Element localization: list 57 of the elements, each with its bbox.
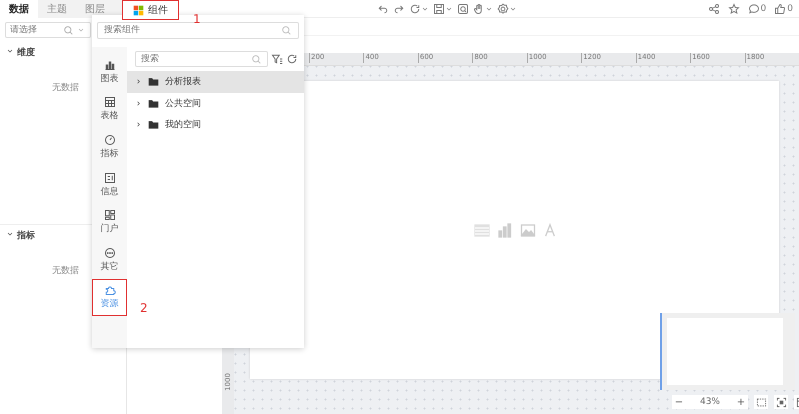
folder-icon <box>148 119 159 130</box>
search-icon <box>63 24 74 36</box>
settings-icon <box>497 2 509 14</box>
comment-icon <box>748 2 760 14</box>
category-tab[interactable]: 指标 <box>92 128 127 166</box>
fit-selection-button[interactable] <box>754 395 768 409</box>
chevron-right-icon <box>135 78 142 86</box>
focus-button[interactable] <box>774 395 788 409</box>
dashed-frame-icon <box>756 396 766 408</box>
layout-icon <box>104 209 116 222</box>
more-icon <box>104 246 116 259</box>
puzzle-icon <box>104 284 116 296</box>
text-icon <box>542 222 556 238</box>
folder-icon <box>148 76 159 88</box>
table-icon <box>104 96 116 108</box>
search-icon <box>251 54 262 64</box>
empty-text: 无数据 <box>52 82 79 94</box>
star-icon <box>728 2 740 14</box>
annotation-number: 2 <box>140 301 148 315</box>
category-tab[interactable]: 表格 <box>92 90 127 128</box>
refresh-icon <box>409 2 421 14</box>
comment-count: 0 <box>760 4 766 14</box>
chevron-down-icon <box>6 47 14 55</box>
chevron-down-icon <box>6 230 14 238</box>
table-icon <box>472 222 490 238</box>
panel-tab[interactable]: 数据 <box>0 0 38 18</box>
folder-icon <box>148 98 159 109</box>
category-tab[interactable]: 其它 <box>92 240 127 279</box>
redo-icon <box>393 2 405 14</box>
folder-item[interactable]: 分析报表 <box>127 71 304 92</box>
section-title[interactable]: 指标 <box>17 229 35 242</box>
chevron-right-icon <box>135 100 142 107</box>
undo-icon <box>377 2 389 14</box>
focus-icon <box>776 396 786 408</box>
bar-chart-icon <box>104 58 116 71</box>
bar-chart-icon <box>496 222 512 238</box>
empty-text: 无数据 <box>52 264 79 277</box>
filter-icon <box>271 53 283 65</box>
info-card-icon <box>104 172 116 184</box>
zoom-value: 43% <box>698 397 721 407</box>
category-tab[interactable]: 门户 <box>92 203 127 241</box>
chevron-down-icon <box>77 26 85 34</box>
windows-grid-icon <box>133 4 144 16</box>
share-icon <box>708 2 720 14</box>
preview-icon <box>457 2 469 14</box>
category-tab[interactable]: 信息 <box>92 166 127 204</box>
image-icon <box>518 222 536 238</box>
component-tab[interactable]: 组件 <box>122 0 179 20</box>
thumbs-up-icon <box>774 2 786 14</box>
like-count: 0 <box>787 4 793 14</box>
section-title[interactable]: 维度 <box>17 46 35 59</box>
search-icon <box>281 25 292 36</box>
chevron-right-icon <box>135 121 142 128</box>
category-tab[interactable]: 图表 <box>92 53 127 91</box>
refresh-icon <box>286 53 298 65</box>
save-icon <box>433 2 445 14</box>
gauge-icon <box>104 134 116 146</box>
